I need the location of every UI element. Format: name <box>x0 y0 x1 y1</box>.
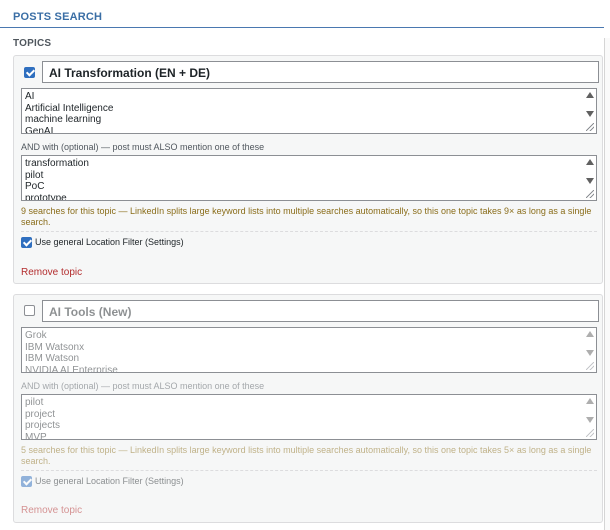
scroll-down-arrow-icon[interactable] <box>586 111 594 117</box>
scroll-down-arrow-icon[interactable] <box>586 417 594 423</box>
keyword-line: projects <box>25 420 61 431</box>
remove-topic-link[interactable]: Remove topic <box>21 267 82 278</box>
resize-grip-icon[interactable] <box>586 362 594 370</box>
and-keywords-textarea[interactable]: transformation pilot PoC prototype <box>21 155 597 201</box>
keyword-line: NVIDIA AI Enterprise <box>25 364 118 373</box>
resize-grip-icon[interactable] <box>586 429 594 437</box>
page-scrollbar[interactable] <box>604 38 610 530</box>
topics-label: TOPICS <box>13 38 52 49</box>
scroll-down-arrow-icon[interactable] <box>586 350 594 356</box>
scroll-up-arrow-icon[interactable] <box>586 159 594 165</box>
and-keywords-textarea[interactable]: pilot project projects MVP <box>21 394 597 440</box>
location-filter-checkbox[interactable] <box>21 476 32 487</box>
search-count-note: 9 searches for this topic — LinkedIn spl… <box>21 206 592 227</box>
scroll-up-arrow-icon[interactable] <box>586 92 594 98</box>
topic-name-input[interactable]: AI Tools (New) <box>42 300 599 322</box>
keyword-line: PoC <box>25 181 45 192</box>
section-header: POSTS SEARCH <box>0 0 604 28</box>
keyword-line: prototype <box>25 192 67 201</box>
keyword-line: project <box>25 408 56 420</box>
remove-topic-link[interactable]: Remove topic <box>21 505 82 516</box>
keyword-line: pilot <box>25 169 44 181</box>
topic-card: AI Tools (New) Grok IBM Watsonx IBM Wats… <box>13 294 603 523</box>
keyword-line: Artificial Intelligence <box>25 102 114 114</box>
location-filter-label[interactable]: Use general Location Filter (Settings) <box>35 476 184 486</box>
topic-name-text: AI Tools (New) <box>49 305 132 319</box>
location-filter-label[interactable]: Use general Location Filter (Settings) <box>35 237 184 247</box>
keyword-line: IBM Watsonx <box>25 341 85 353</box>
keyword-line: GenAI <box>25 125 54 134</box>
keyword-line: Grok <box>25 330 47 341</box>
divider <box>21 470 597 471</box>
topic-card: AI Transformation (EN + DE) AI Artificia… <box>13 55 603 284</box>
keyword-line: transformation <box>25 158 89 169</box>
topic-enabled-checkbox[interactable] <box>24 67 35 78</box>
keyword-line: AI <box>25 91 35 102</box>
keyword-line: MVP <box>25 431 47 440</box>
divider <box>21 231 597 232</box>
location-filter-checkbox[interactable] <box>21 237 32 248</box>
and-keywords-label: AND with (optional) — post must ALSO men… <box>21 142 265 152</box>
keyword-line: pilot <box>25 397 44 408</box>
topic-enabled-checkbox[interactable] <box>24 305 35 316</box>
search-count-note: 5 searches for this topic — LinkedIn spl… <box>21 445 592 466</box>
keywords-textarea[interactable]: AI Artificial Intelligence machine learn… <box>21 88 597 134</box>
resize-grip-icon[interactable] <box>586 190 594 198</box>
resize-grip-icon[interactable] <box>586 123 594 131</box>
keyword-line: machine learning <box>25 114 102 125</box>
and-keywords-label: AND with (optional) — post must ALSO men… <box>21 381 265 391</box>
scroll-down-arrow-icon[interactable] <box>586 178 594 184</box>
keywords-textarea[interactable]: Grok IBM Watsonx IBM Watson NVIDIA AI En… <box>21 327 597 373</box>
scroll-up-arrow-icon[interactable] <box>586 331 594 337</box>
keyword-line: IBM Watson <box>25 353 80 364</box>
section-title: POSTS SEARCH <box>13 11 103 23</box>
scroll-up-arrow-icon[interactable] <box>586 398 594 404</box>
topic-name-input[interactable]: AI Transformation (EN + DE) <box>42 61 599 83</box>
